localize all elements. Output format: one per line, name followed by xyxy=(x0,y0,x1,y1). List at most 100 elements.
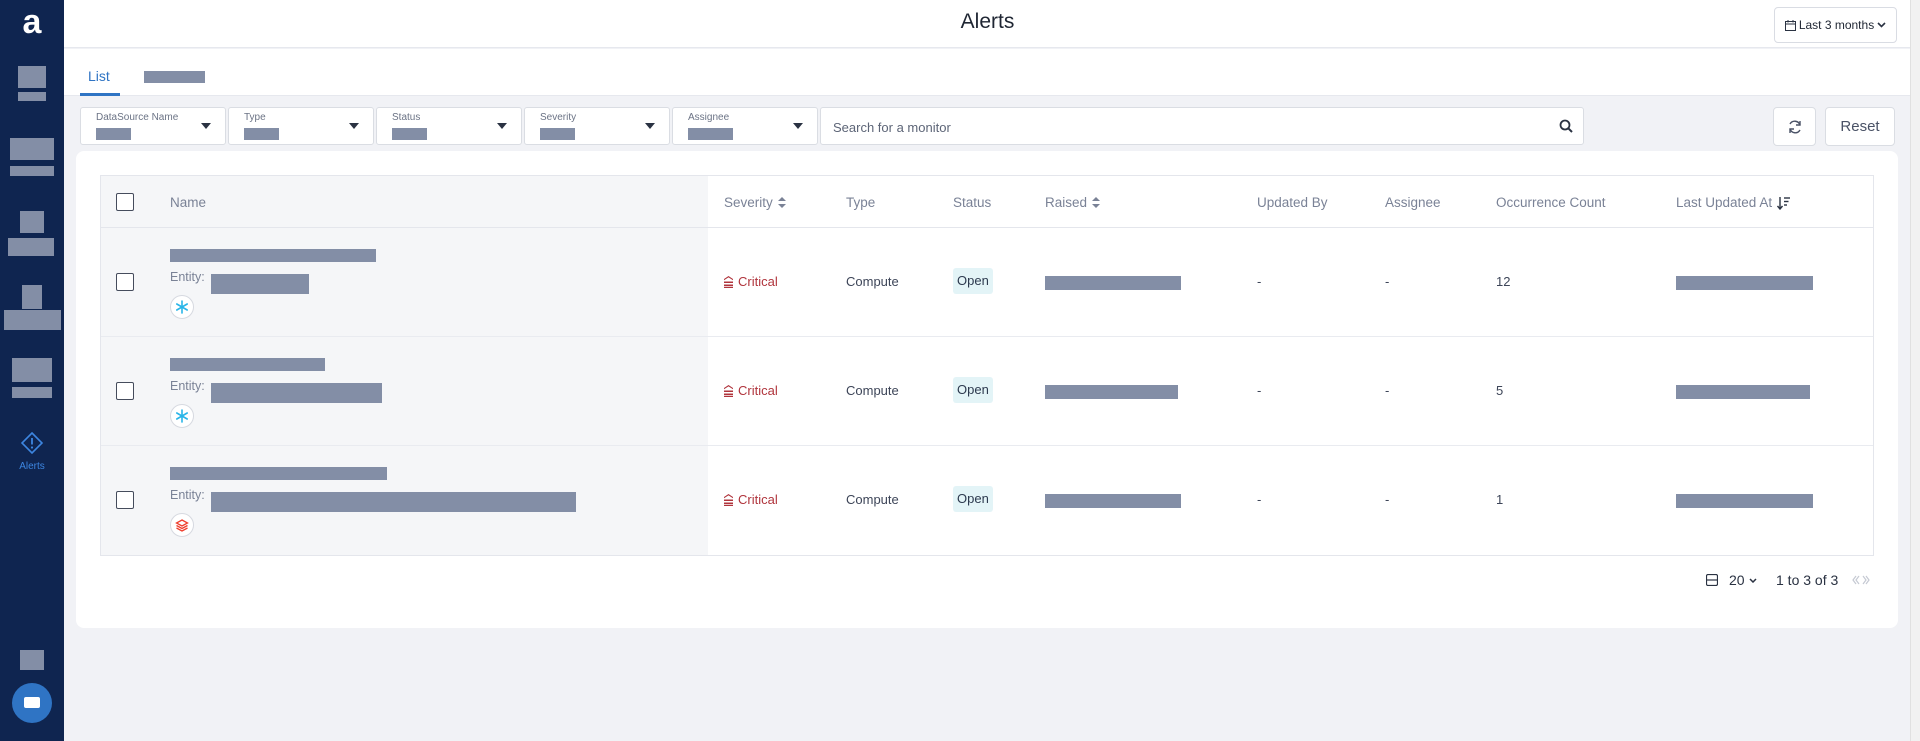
reset-button[interactable]: Reset xyxy=(1825,107,1895,146)
table-row[interactable]: Entity: Critical Compute Open - - 5 xyxy=(101,337,1873,446)
assignee-cell: - xyxy=(1385,274,1390,289)
refresh-button[interactable] xyxy=(1773,107,1816,146)
alert-diamond-icon xyxy=(20,431,44,455)
column-label: Occurrence Count xyxy=(1496,195,1606,210)
tab-redacted[interactable] xyxy=(144,71,205,83)
column-header-last-updated-at[interactable]: Last Updated At xyxy=(1676,195,1791,210)
search-input[interactable]: Search for a monitor xyxy=(820,107,1584,145)
table-row[interactable]: Entity: Critical Compute Open - - 1 xyxy=(101,446,1873,555)
app-logo[interactable]: a xyxy=(19,5,45,39)
nav-item-4-icon[interactable] xyxy=(22,285,42,309)
active-tab-indicator xyxy=(80,93,120,96)
chat-icon xyxy=(24,697,40,708)
select-all-checkbox[interactable] xyxy=(116,193,134,211)
page-scrollbar[interactable] xyxy=(1910,0,1920,741)
page-next-icon[interactable] xyxy=(1862,575,1870,585)
page-size-value: 20 xyxy=(1729,572,1745,588)
tab-list[interactable]: List xyxy=(88,68,110,84)
user-avatar[interactable] xyxy=(12,683,52,723)
last-updated-redacted xyxy=(1676,385,1810,399)
entity-value-redacted xyxy=(211,274,309,294)
date-range-label: Last 3 months xyxy=(1798,18,1875,32)
sidebar-item-alerts[interactable]: Alerts xyxy=(6,431,58,476)
column-header-severity[interactable]: Severity xyxy=(724,195,786,210)
filter-label: Status xyxy=(392,112,421,123)
nav-item-3-icon[interactable] xyxy=(20,211,44,233)
row-checkbox[interactable] xyxy=(116,273,134,291)
entity-label: Entity: xyxy=(170,270,205,284)
column-header-assignee[interactable]: Assignee xyxy=(1385,195,1441,210)
column-label: Status xyxy=(953,195,992,210)
calendar-icon xyxy=(1784,19,1796,31)
column-header-raised[interactable]: Raised xyxy=(1045,195,1101,210)
filter-label: Type xyxy=(244,112,266,123)
filter-value xyxy=(540,128,575,140)
critical-severity-icon xyxy=(724,493,733,506)
row-checkbox[interactable] xyxy=(116,382,134,400)
column-header-type[interactable]: Type xyxy=(846,195,875,210)
nav-item-3-label[interactable] xyxy=(8,238,54,256)
date-range-button[interactable]: Last 3 months xyxy=(1774,7,1897,43)
nav-item-5-icon[interactable] xyxy=(12,358,52,382)
pagination-nav[interactable] xyxy=(1852,575,1870,585)
column-header-updated-by[interactable]: Updated By xyxy=(1257,195,1328,210)
column-header-status[interactable]: Status xyxy=(953,195,991,210)
severity-text: Critical xyxy=(738,274,778,289)
type-cell: Compute xyxy=(846,492,899,507)
filter-datasource-name[interactable]: DataSource Name xyxy=(80,107,226,145)
alert-name-redacted[interactable] xyxy=(170,358,325,371)
nav-item-1-label[interactable] xyxy=(18,92,46,101)
column-header-occurrence-count[interactable]: Occurrence Count xyxy=(1496,195,1606,210)
occurrence-count-cell: 5 xyxy=(1496,383,1504,398)
filter-value xyxy=(392,128,427,140)
filter-assignee[interactable]: Assignee xyxy=(672,107,818,145)
caret-down-icon xyxy=(645,123,655,129)
column-label: Raised xyxy=(1045,195,1088,210)
search-icon xyxy=(1559,119,1573,133)
nav-item-4-label[interactable] xyxy=(4,310,61,330)
last-updated-redacted xyxy=(1676,276,1813,290)
nav-item-2-label[interactable] xyxy=(10,166,54,176)
filter-label: Severity xyxy=(540,112,577,123)
settings-nav-block[interactable] xyxy=(20,650,44,670)
page-first-icon[interactable] xyxy=(1852,575,1860,585)
nav-item-5-label[interactable] xyxy=(12,387,52,398)
table-row[interactable]: Entity: Critical Compute Open - - 12 xyxy=(101,228,1873,337)
status-badge: Open xyxy=(953,268,993,294)
nav-item-1-icon[interactable] xyxy=(18,66,46,88)
row-checkbox[interactable] xyxy=(116,491,134,509)
filter-label: DataSource Name xyxy=(96,112,179,123)
chevron-down-icon xyxy=(1749,577,1757,583)
column-label: Name xyxy=(170,195,207,210)
raised-value-redacted xyxy=(1045,385,1178,399)
type-cell: Compute xyxy=(846,274,899,289)
critical-severity-icon xyxy=(724,275,733,288)
caret-down-icon xyxy=(793,123,803,129)
entity-label: Entity: xyxy=(170,379,205,393)
updated-by-cell: - xyxy=(1257,383,1262,398)
alerts-card: Name Severity Type Status Raised Updated… xyxy=(76,151,1898,628)
sidebar: a Alerts xyxy=(0,0,64,741)
alert-name-redacted[interactable] xyxy=(170,249,376,262)
column-label: Assignee xyxy=(1385,195,1441,210)
page-size-select[interactable]: 20 xyxy=(1729,572,1757,588)
severity-text: Critical xyxy=(738,492,778,507)
raised-value-redacted xyxy=(1045,494,1181,508)
snowflake-icon xyxy=(170,295,194,319)
sort-icon xyxy=(777,197,786,208)
filter-value xyxy=(244,128,279,140)
filter-type[interactable]: Type xyxy=(228,107,374,145)
assignee-cell: - xyxy=(1385,383,1390,398)
column-header-name[interactable]: Name xyxy=(170,195,206,210)
severity-cell: Critical xyxy=(724,383,778,398)
filter-status[interactable]: Status xyxy=(376,107,522,145)
column-label: Updated By xyxy=(1257,195,1328,210)
status-badge: Open xyxy=(953,486,993,512)
filter-severity[interactable]: Severity xyxy=(524,107,670,145)
entity-value-redacted xyxy=(211,492,576,512)
occurrence-count-cell: 1 xyxy=(1496,492,1504,507)
refresh-icon xyxy=(1788,120,1801,133)
alert-name-redacted[interactable] xyxy=(170,467,387,480)
caret-down-icon xyxy=(201,123,211,129)
nav-item-2-icon[interactable] xyxy=(10,138,54,160)
